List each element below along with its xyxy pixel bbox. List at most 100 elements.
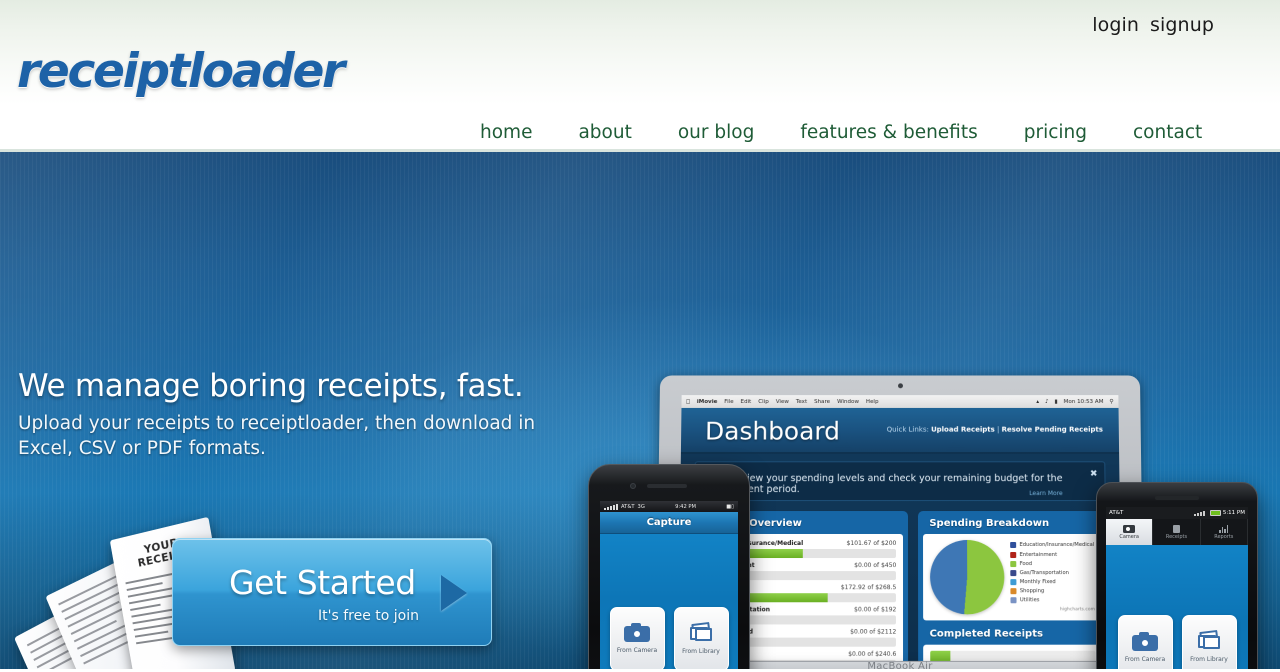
- completed-receipts-title: Completed Receipts: [929, 628, 1044, 640]
- menubar-item-view[interactable]: View: [776, 399, 789, 405]
- earpiece-speaker: [1155, 496, 1199, 500]
- budget-row-amount: $0.00 of $450: [854, 562, 897, 570]
- dashboard-header: Dashboard Quick Links: Upload Receipts |…: [680, 407, 1120, 454]
- main-navigation: home about our blog features & benefits …: [480, 122, 1280, 143]
- battery-icon: [1209, 510, 1221, 516]
- pie-legend: Education/Insurance/Medical Entertainmen…: [1010, 542, 1095, 604]
- camera-icon: [1123, 524, 1136, 533]
- spending-breakdown-title: Spending Breakdown: [929, 518, 1050, 529]
- quick-links: Quick Links: Upload Receipts | Resolve P…: [887, 426, 1103, 434]
- android-tab-bar: Camera Receipts Reports: [1106, 519, 1248, 545]
- account-links: login signup: [1092, 14, 1214, 36]
- hero-title: We manage boring receipts, fast.: [18, 368, 524, 404]
- tile-label: From Library: [682, 647, 720, 655]
- camera-icon: [1132, 631, 1158, 651]
- network-label: 3G: [637, 503, 645, 510]
- bar-chart-icon: [1219, 524, 1229, 533]
- get-started-button[interactable]: Get Started It's free to join: [172, 538, 492, 646]
- spotlight-icon[interactable]: ⚲: [1109, 399, 1113, 405]
- webcam-icon: [897, 383, 903, 389]
- nav-item-features-benefits[interactable]: features & benefits: [800, 122, 977, 143]
- android-clock: 5:11 PM: [1222, 510, 1245, 516]
- legend-label: Education/Insurance/Medical: [1019, 542, 1095, 549]
- spending-breakdown-panel: Spending Breakdown Education/Insurance/M…: [918, 511, 1109, 661]
- budget-row-amount: $0.00 of $2112: [850, 628, 897, 636]
- nav-item-home[interactable]: home: [480, 122, 532, 143]
- iphone-capture-body: From Camera From Library: [600, 534, 738, 669]
- earpiece-speaker: [647, 484, 687, 488]
- quick-link-resolve-pending[interactable]: Resolve Pending Receipts: [1001, 426, 1102, 434]
- legend-label: Monthly Fixed: [1019, 579, 1056, 586]
- tab-label: Receipts: [1165, 533, 1188, 540]
- notice-learn-more-link[interactable]: Learn More: [1029, 490, 1063, 497]
- battery-icon[interactable]: ▮: [1055, 399, 1058, 405]
- android-screen: AT&T 5:11 PM Camera Receipts Reports Fro…: [1106, 507, 1248, 669]
- nav-item-about[interactable]: about: [578, 122, 631, 143]
- volume-icon[interactable]: ♪: [1045, 399, 1049, 405]
- menubar-app-name: iMovie: [693, 398, 718, 405]
- menubar-item-window[interactable]: Window: [837, 399, 859, 405]
- iphone-screen: AT&T 3G 9:42 PM ■▯ Capture From Camera F…: [600, 501, 738, 669]
- camera-icon: [624, 623, 650, 642]
- carrier-label: AT&T: [621, 503, 635, 510]
- budget-row-amount: $101.67 of $200: [846, 539, 897, 548]
- android-tab-reports[interactable]: Reports: [1201, 519, 1248, 545]
- menubar-item-text[interactable]: Text: [796, 399, 807, 405]
- legend-label: Entertainment: [1019, 551, 1058, 558]
- photo-library-icon: [688, 621, 714, 643]
- notice-text: Review your spending levels and check yo…: [729, 473, 1063, 496]
- android-tab-camera[interactable]: Camera: [1106, 519, 1154, 545]
- android-from-camera-button[interactable]: From Camera: [1117, 615, 1173, 669]
- tile-label: From Camera: [1124, 655, 1166, 663]
- login-link[interactable]: login: [1092, 14, 1139, 36]
- dashboard-notice: i Review your spending levels and check …: [694, 461, 1106, 502]
- tile-label: From Camera: [616, 647, 658, 654]
- quick-links-separator: |: [996, 425, 1000, 434]
- android-from-library-button[interactable]: From Library: [1181, 615, 1237, 669]
- chart-credit: highcharts.com: [1059, 606, 1096, 612]
- legend-label: Food: [1019, 560, 1033, 567]
- apple-logo-icon: : [686, 399, 689, 405]
- nav-item-our-blog[interactable]: our blog: [678, 122, 754, 143]
- wifi-icon[interactable]: ▴: [1036, 399, 1039, 405]
- site-header: login signup receiptloader home about ou…: [0, 0, 1280, 152]
- menubar-item-help[interactable]: Help: [866, 399, 879, 405]
- menubar-item-clip[interactable]: Clip: [758, 399, 769, 405]
- nav-item-contact[interactable]: contact: [1133, 122, 1202, 143]
- budget-row-amount: $0.00 of $192: [854, 606, 897, 614]
- budget-row-amount: $0.00 of $240.6: [848, 650, 897, 658]
- legend-label: Utilities: [1019, 597, 1040, 604]
- nav-item-pricing[interactable]: pricing: [1024, 122, 1087, 143]
- android-tab-receipts[interactable]: Receipts: [1153, 519, 1201, 545]
- android-device: AT&T 5:11 PM Camera Receipts Reports Fro…: [1096, 482, 1258, 669]
- carrier-label: AT&T: [1109, 510, 1124, 516]
- get-started-sublabel: It's free to join: [318, 608, 419, 624]
- menubar-item-share[interactable]: Share: [814, 399, 830, 405]
- quick-links-label: Quick Links:: [886, 425, 929, 434]
- landing-page: login signup receiptloader home about ou…: [0, 0, 1280, 672]
- iphone-device: AT&T 3G 9:42 PM ■▯ Capture From Camera F…: [588, 464, 750, 669]
- tab-label: Camera: [1119, 534, 1139, 540]
- completed-receipts-progress: [930, 650, 1096, 661]
- completed-receipts-body: 10 of 92: [923, 644, 1103, 661]
- close-icon[interactable]: ✖: [1090, 469, 1098, 479]
- iphone-nav-title: Capture: [600, 512, 738, 534]
- android-capture-body: From Camera From Library: [1106, 545, 1248, 669]
- photo-library-icon: [1196, 629, 1222, 651]
- dashboard-title: Dashboard: [704, 416, 841, 446]
- menubar-item-file[interactable]: File: [724, 399, 733, 405]
- tab-label: Reports: [1214, 533, 1234, 540]
- battery-icon: ■▯: [726, 503, 734, 510]
- iphone-from-camera-button[interactable]: From Camera: [609, 606, 665, 669]
- receipt-icon: [1172, 524, 1181, 533]
- site-logo[interactable]: receiptloader: [17, 44, 345, 99]
- signup-link[interactable]: signup: [1150, 14, 1214, 36]
- legend-label: Shopping: [1019, 588, 1045, 595]
- signal-bars-icon: [1193, 510, 1205, 516]
- iphone-from-library-button[interactable]: From Library: [673, 606, 729, 669]
- signal-bars-icon: [604, 503, 618, 510]
- android-status-bar: AT&T 5:11 PM: [1106, 507, 1248, 519]
- menubar-item-edit[interactable]: Edit: [741, 399, 752, 405]
- quick-link-upload-receipts[interactable]: Upload Receipts: [931, 426, 995, 434]
- iphone-clock: 9:42 PM: [675, 503, 696, 510]
